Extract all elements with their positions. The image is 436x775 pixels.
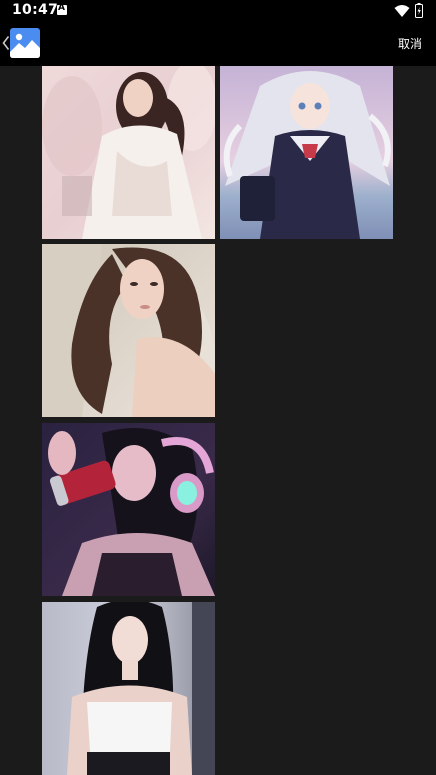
photo-image (220, 66, 393, 239)
photo-thumbnail[interactable] (42, 244, 215, 417)
photo-thumbnail[interactable] (42, 423, 215, 596)
status-time: 10:47 (12, 2, 59, 18)
cancel-button[interactable]: 取消 (398, 35, 422, 52)
photo-grid (0, 66, 436, 775)
photo-image (42, 423, 215, 596)
photo-thumbnail[interactable] (220, 66, 393, 239)
status-bar: 10:47 (0, 0, 436, 22)
app-bar: 取消 (0, 22, 436, 66)
notification-icon (57, 3, 67, 15)
wifi-icon (394, 5, 410, 17)
back-button[interactable] (0, 22, 44, 66)
gallery-icon (10, 28, 40, 58)
photo-image (42, 66, 215, 239)
photo-image (42, 602, 215, 775)
photo-thumbnail[interactable] (42, 66, 215, 239)
photo-thumbnail[interactable] (42, 602, 215, 775)
photo-image (42, 244, 215, 417)
screen: 10:47 取消 (0, 0, 436, 775)
chevron-left-icon (2, 36, 10, 50)
battery-icon (415, 3, 423, 18)
